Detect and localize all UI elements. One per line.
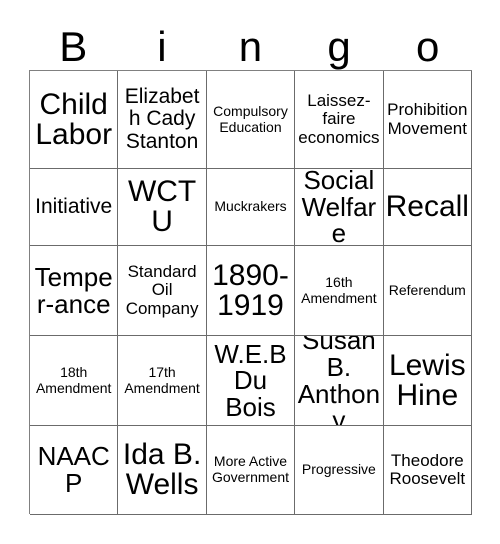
bingo-cell-r2c1[interactable]: Initiative xyxy=(30,169,119,246)
bingo-cell-r4c5[interactable]: Lewis Hine xyxy=(383,336,472,426)
bingo-cell-label: Referendum xyxy=(388,281,466,298)
bingo-cell-label: Standard Oil Company xyxy=(125,261,199,318)
bingo-cell-r4c2[interactable]: 17th Amendment xyxy=(118,336,207,426)
bingo-cell-label: Compulsory Education xyxy=(213,102,288,135)
bingo-cell-r3c2[interactable]: Standard Oil Company xyxy=(118,246,207,336)
bingo-cell-label: 18th Amendment xyxy=(35,363,112,396)
bingo-grid: Child Labor Elizabeth Cady Stanton Compu… xyxy=(29,70,472,515)
bingo-cell-label: NAACP xyxy=(37,441,110,498)
bingo-cell-r1c4[interactable]: Laissez-faire economics xyxy=(295,71,384,169)
bingo-cell-label: Muckrakers xyxy=(214,198,287,215)
bingo-header-letter-1: B xyxy=(59,23,88,70)
bingo-cell-label: More Active Government xyxy=(211,453,290,485)
bingo-cell-label: W.E.B Du Bois xyxy=(214,338,287,422)
bingo-cell-r2c4[interactable]: Social Welfare xyxy=(295,169,384,246)
bingo-cell-label: 1890-1919 xyxy=(212,258,289,322)
bingo-cell-r3c3[interactable]: 1890-1919 xyxy=(206,246,296,336)
bingo-cell-r1c5[interactable]: Prohibition Movement xyxy=(383,71,472,169)
bingo-header-letter-4: g xyxy=(327,23,351,70)
bingo-cell-label: Recall xyxy=(385,190,469,223)
bingo-cell-label: 17th Amendment xyxy=(124,363,200,396)
bingo-header-letter-2: i xyxy=(157,23,167,70)
bingo-cell-r4c4[interactable]: Susan B. Anthony xyxy=(295,336,384,426)
bingo-header: B i n g o xyxy=(29,14,472,70)
bingo-cell-r5c5[interactable]: Theodore Roosevelt xyxy=(383,426,472,515)
bingo-cell-label: WCTU xyxy=(127,175,197,238)
bingo-cell-label: Progressive xyxy=(301,461,376,478)
bingo-cell-label: Laissez-faire economics xyxy=(298,90,380,147)
bingo-cell-label: 16th Amendment xyxy=(301,273,377,306)
bingo-cell-label: Child Labor xyxy=(35,87,113,151)
bingo-cell-r5c2[interactable]: Ida B. Wells xyxy=(118,426,207,515)
bingo-header-letter-5: o xyxy=(415,23,440,70)
bingo-cell-r5c4[interactable]: Progressive xyxy=(295,426,384,515)
bingo-cell-label: Ida B. Wells xyxy=(122,438,202,501)
bingo-cell-r4c1[interactable]: 18th Amendment xyxy=(30,336,119,426)
bingo-cell-label: Susan B. Anthony xyxy=(297,336,381,426)
bingo-cell-label: Elizabeth Cady Stanton xyxy=(124,85,200,153)
bingo-cell-label: Prohibition Movement xyxy=(387,100,468,138)
bingo-header-letter-3: n xyxy=(238,23,263,70)
bingo-cell-r1c2[interactable]: Elizabeth Cady Stanton xyxy=(118,71,207,169)
bingo-cell-r4c3[interactable]: W.E.B Du Bois xyxy=(206,336,296,426)
bingo-cell-r1c1[interactable]: Child Labor xyxy=(30,71,119,169)
bingo-cell-r3c4[interactable]: 16th Amendment xyxy=(295,246,384,336)
bingo-cell-r1c3[interactable]: Compulsory Education xyxy=(206,71,296,169)
bingo-cell-label: Initiative xyxy=(35,194,113,218)
bingo-cell-r2c2[interactable]: WCTU xyxy=(118,169,207,246)
bingo-cell-label: Temper-ance xyxy=(34,261,113,319)
bingo-cell-label: Lewis Hine xyxy=(388,348,466,412)
bingo-cell-label: Theodore Roosevelt xyxy=(389,450,466,488)
bingo-cell-r3c5[interactable]: Referendum xyxy=(383,246,472,336)
bingo-cell-r3c1[interactable]: Temper-ance xyxy=(30,246,119,336)
bingo-cell-label: Social Welfare xyxy=(301,169,377,246)
bingo-cell-r5c1[interactable]: NAACP xyxy=(30,426,119,515)
bingo-cell-r2c5[interactable]: Recall xyxy=(383,169,472,246)
bingo-cell-r5c3[interactable]: More Active Government xyxy=(206,426,296,515)
bingo-cell-r2c3[interactable]: Muckrakers xyxy=(206,169,296,246)
bingo-card: B i n g o Child Labor Elizabeth Cady Sta… xyxy=(0,0,500,544)
